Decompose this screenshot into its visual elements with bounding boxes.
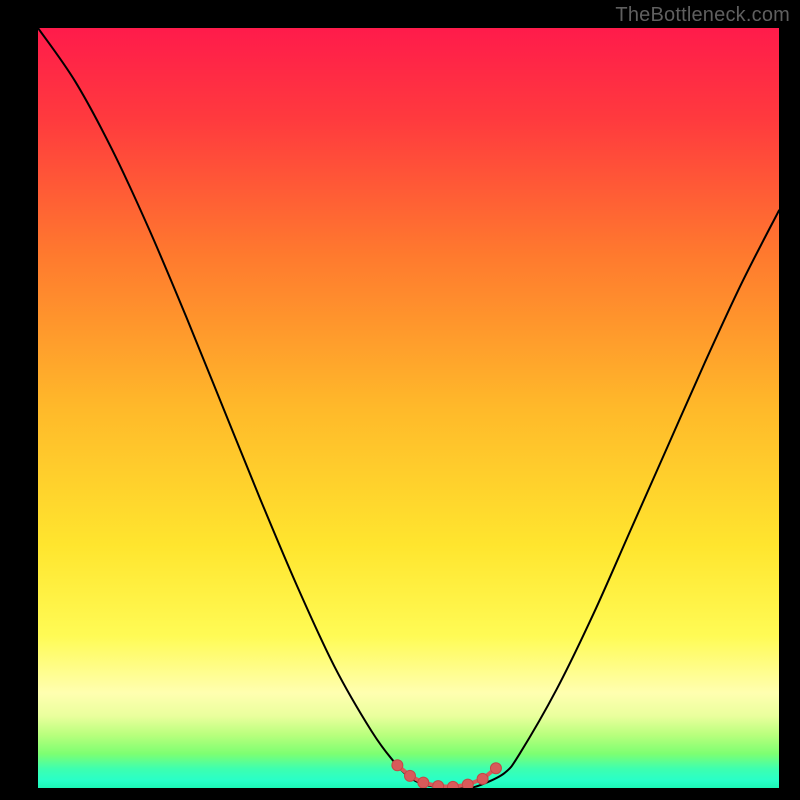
valley-marker xyxy=(462,779,473,788)
valley-marker xyxy=(418,777,429,788)
chart-frame: TheBottleneck.com xyxy=(0,0,800,800)
gradient-background xyxy=(38,28,779,788)
bottleneck-plot-svg xyxy=(38,28,779,788)
watermark-text: TheBottleneck.com xyxy=(615,4,790,27)
valley-marker xyxy=(447,781,458,788)
plot-area xyxy=(38,28,779,788)
valley-marker xyxy=(490,763,501,774)
valley-marker xyxy=(404,770,415,781)
valley-marker xyxy=(433,781,444,788)
valley-marker xyxy=(392,760,403,771)
valley-marker xyxy=(477,773,488,784)
